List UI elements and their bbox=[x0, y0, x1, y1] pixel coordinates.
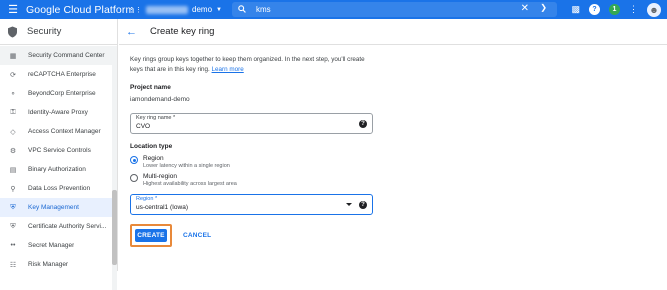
sidebar-item-recaptcha-enterprise[interactable]: ⟳ reCAPTCHA Enterprise bbox=[0, 65, 117, 84]
sidebar-title: Security bbox=[27, 26, 62, 37]
sidebar-item-label: BeyondCorp Enterprise bbox=[28, 90, 96, 97]
diamond-icon: ◇ bbox=[10, 128, 16, 136]
sidebar-item-access-context-manager[interactable]: ◇ Access Context Manager bbox=[0, 122, 117, 141]
sidebar-item-label: Data Loss Prevention bbox=[28, 185, 91, 192]
sidebar-item-risk-manager[interactable]: ☷ Risk Manager bbox=[0, 255, 117, 274]
avatar[interactable]: ☻ bbox=[647, 2, 661, 17]
sidebar-header: Security bbox=[0, 19, 117, 45]
sidebar-item-label: Binary Authorization bbox=[28, 166, 86, 173]
help-icon[interactable]: ? bbox=[359, 120, 367, 128]
page-title: Create key ring bbox=[150, 26, 215, 37]
dlp-icon: ⚲ bbox=[10, 185, 16, 193]
create-key-ring-form: Key rings group keys together to keep th… bbox=[130, 55, 375, 247]
notifications-badge[interactable]: 1 bbox=[609, 4, 620, 15]
search-icon bbox=[238, 4, 246, 15]
region-field-label: Region * bbox=[136, 196, 158, 202]
sidebar-item-identity-aware-proxy[interactable]: ⚿ Identity-Aware Proxy bbox=[0, 103, 117, 122]
region-option-subtitle: Lower latency within a single region bbox=[143, 163, 230, 169]
sidebar-item-label: Identity-Aware Proxy bbox=[28, 109, 88, 116]
sidebar-scrollbar[interactable] bbox=[112, 65, 117, 290]
sidebar-item-key-management[interactable]: ⛨ Key Management bbox=[0, 198, 117, 217]
project-name-redacted bbox=[146, 5, 188, 14]
search-bar[interactable]: kms ✕ ❯ bbox=[232, 2, 557, 17]
sidebar-item-beyondcorp-enterprise[interactable]: ⚬ BeyondCorp Enterprise bbox=[0, 84, 117, 103]
sidebar: Security ▦ Security Command Center ⟳ reC… bbox=[0, 19, 118, 290]
sidebar-item-security-command-center[interactable]: ▦ Security Command Center bbox=[0, 46, 117, 65]
description-text: Key rings group keys together to keep th… bbox=[130, 56, 365, 73]
risk-icon: ☷ bbox=[9, 261, 17, 269]
chevron-down-icon: ▼ bbox=[216, 6, 222, 13]
vpc-icon: ⚙ bbox=[9, 147, 17, 155]
multiregion-option-subtitle: Highest availability across largest area bbox=[143, 181, 237, 187]
cancel-button[interactable]: CANCEL bbox=[180, 229, 214, 242]
sidebar-item-label: VPC Service Controls bbox=[28, 147, 91, 154]
page-description: Key rings group keys together to keep th… bbox=[130, 55, 375, 74]
sidebar-item-label: Security Command Center bbox=[28, 52, 105, 59]
sidebar-item-label: Access Context Manager bbox=[28, 128, 101, 135]
more-vert-icon[interactable]: ⋮ bbox=[629, 4, 638, 15]
region-selected-value[interactable]: us-central1 (Iowa) bbox=[136, 204, 188, 211]
create-button-highlight: CREATE bbox=[130, 224, 172, 247]
back-arrow-icon[interactable]: ← bbox=[126, 26, 142, 38]
sidebar-item-label: reCAPTCHA Enterprise bbox=[28, 71, 96, 78]
sidebar-item-label: Key Management bbox=[28, 204, 79, 211]
sidebar-list: ▦ Security Command Center ⟳ reCAPTCHA En… bbox=[0, 45, 117, 274]
key-ring-name-field[interactable]: Key ring name * CVO ? bbox=[130, 113, 373, 134]
multiregion-radio[interactable] bbox=[130, 174, 138, 182]
sidebar-item-label: Secret Manager bbox=[28, 242, 75, 249]
region-radio[interactable] bbox=[130, 156, 138, 164]
multiregion-option[interactable]: Multi-region Highest availability across… bbox=[130, 173, 375, 187]
cloud-shell-icon[interactable]: ▩ bbox=[571, 4, 580, 15]
create-button[interactable]: CREATE bbox=[135, 229, 167, 242]
sidebar-item-certificate-authority-service[interactable]: ⛨ Certificate Authority Servi... bbox=[0, 217, 117, 236]
sidebar-item-vpc-service-controls[interactable]: ⚙ VPC Service Controls bbox=[0, 141, 117, 160]
grid-icon: ▦ bbox=[9, 52, 17, 60]
form-actions: CREATE CANCEL bbox=[130, 224, 375, 247]
menu-icon[interactable]: ☰ bbox=[0, 3, 26, 16]
binary-icon: ▤ bbox=[9, 166, 17, 174]
region-option[interactable]: Region Lower latency within a single reg… bbox=[130, 155, 375, 169]
sidebar-item-label: Certificate Authority Servi... bbox=[28, 223, 107, 230]
search-input[interactable]: kms bbox=[256, 5, 271, 14]
secret-icon: •• bbox=[10, 242, 16, 249]
project-selector[interactable]: ⋮⋮ demo ▼ bbox=[128, 5, 228, 14]
help-icon[interactable]: ? bbox=[589, 4, 600, 15]
clear-icon[interactable]: ✕ bbox=[521, 3, 529, 14]
sidebar-item-secret-manager[interactable]: •• Secret Manager bbox=[0, 236, 117, 255]
page-header: ← Create key ring bbox=[119, 19, 667, 45]
project-name-value: iamondemand-demo bbox=[130, 96, 190, 103]
multiregion-option-title: Multi-region bbox=[143, 173, 177, 180]
beyondcorp-icon: ⚬ bbox=[10, 90, 16, 98]
app-brand[interactable]: Google Cloud Platform bbox=[26, 4, 134, 16]
proxy-icon: ⚿ bbox=[10, 108, 16, 116]
sidebar-item-binary-authorization[interactable]: ▤ Binary Authorization bbox=[0, 160, 117, 179]
key-ring-name-label: Key ring name * bbox=[136, 115, 176, 121]
key-ring-name-input[interactable]: CVO bbox=[136, 123, 150, 130]
sidebar-item-data-loss-prevention[interactable]: ⚲ Data Loss Prevention bbox=[0, 179, 117, 198]
toolbar-icons: ▩ ? 1 ⋮ ☻ bbox=[571, 0, 667, 19]
dropdown-arrow-icon[interactable] bbox=[346, 203, 352, 206]
chevron-down-icon[interactable]: ❯ bbox=[540, 3, 547, 12]
learn-more-link[interactable]: Learn more bbox=[212, 66, 244, 73]
recaptcha-icon: ⟳ bbox=[10, 71, 16, 79]
location-type-label: Location type bbox=[130, 143, 173, 150]
project-name-label: Project name bbox=[130, 84, 171, 91]
main-content: ← Create key ring Key rings group keys t… bbox=[119, 19, 667, 271]
sidebar-scrollbar-thumb[interactable] bbox=[112, 190, 117, 265]
help-icon[interactable]: ? bbox=[359, 201, 367, 209]
sidebar-item-label: Risk Manager bbox=[28, 261, 69, 268]
top-app-bar: ☰ Google Cloud Platform ⋮⋮ demo ▼ kms ✕ … bbox=[0, 0, 667, 19]
project-dots-icon: ⋮⋮ bbox=[128, 6, 142, 14]
certificate-icon: ⛨ bbox=[10, 222, 16, 230]
shield-icon bbox=[6, 25, 19, 38]
project-suffix: demo bbox=[192, 5, 213, 14]
region-option-title: Region bbox=[143, 155, 164, 162]
region-select[interactable]: Region * us-central1 (Iowa) ? bbox=[130, 194, 373, 215]
key-shield-icon: ⛨ bbox=[10, 203, 16, 211]
